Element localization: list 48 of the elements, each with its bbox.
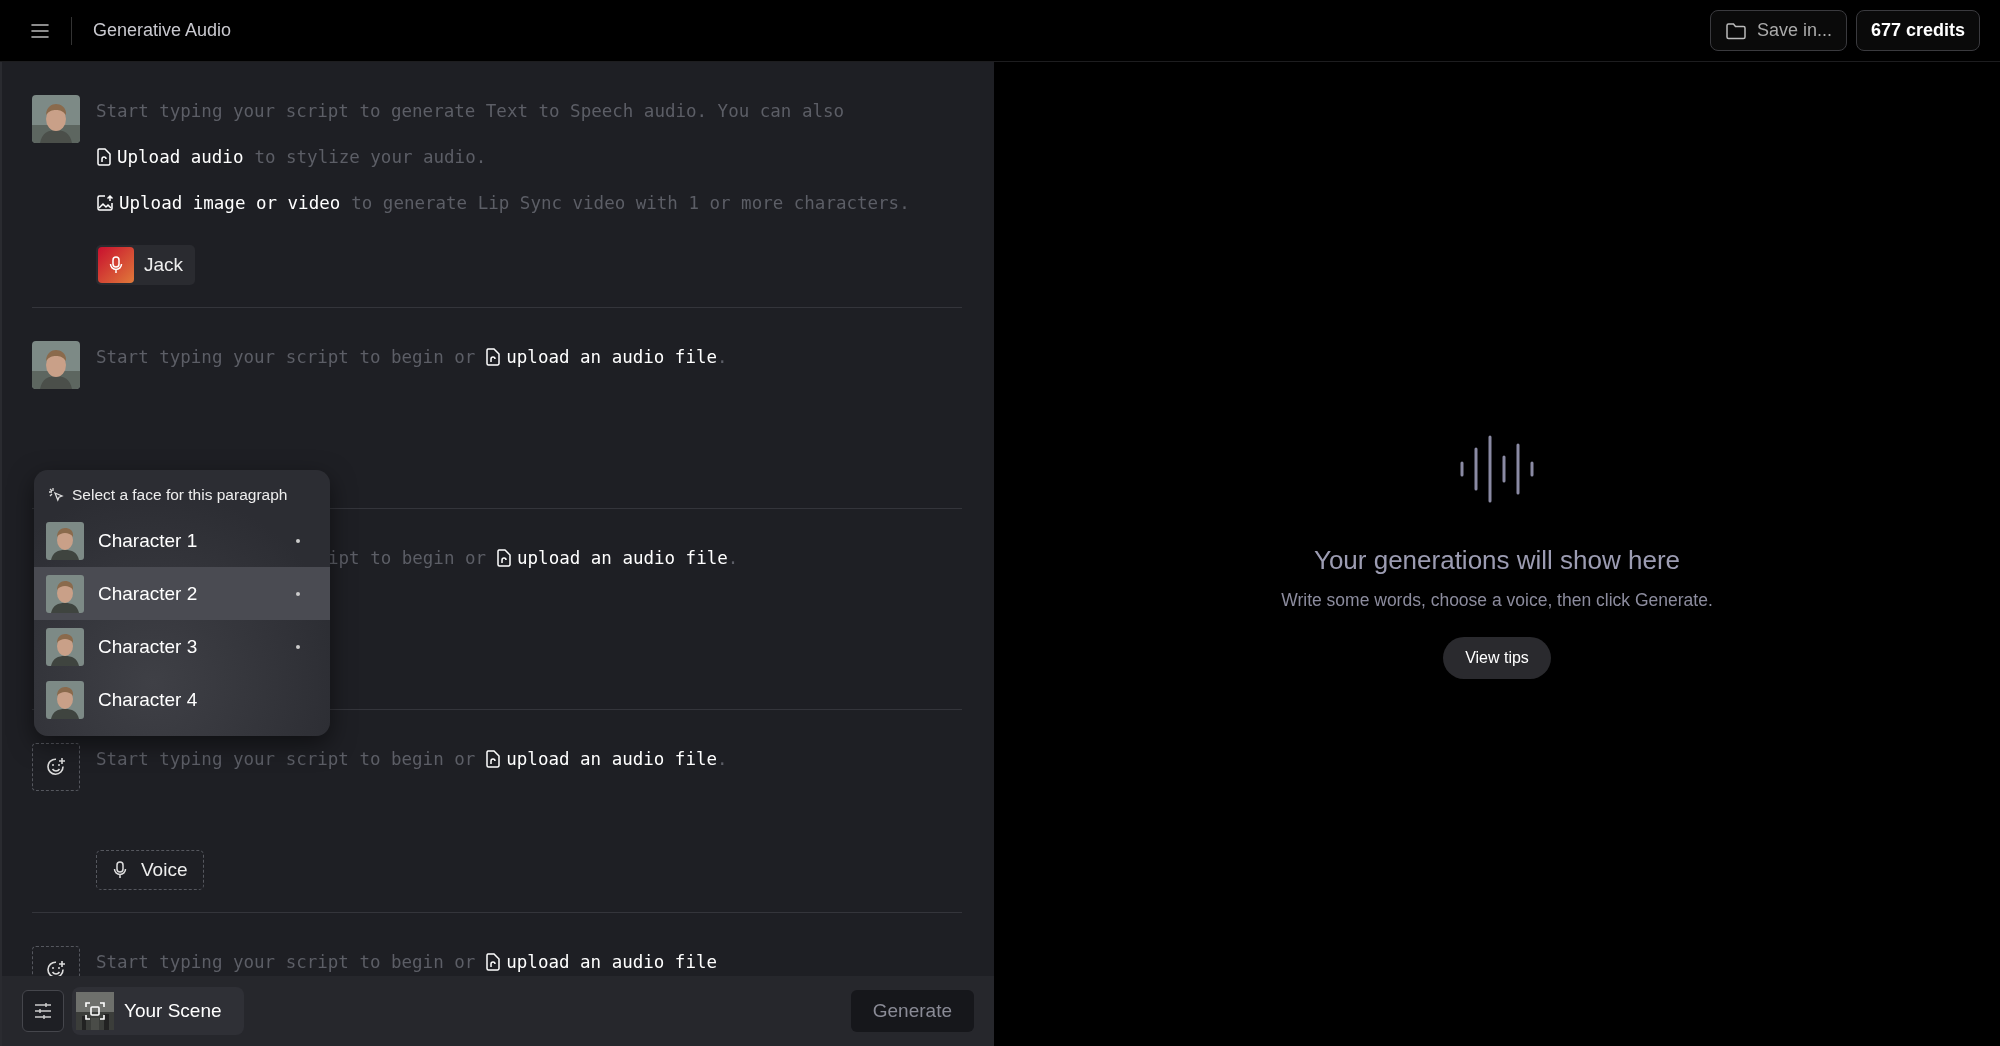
period: . [717, 347, 728, 367]
empty-subtitle: Write some words, choose a voice, then click Generate. [1281, 590, 1713, 611]
script-field[interactable]: ipt to begin or upload an audio file. [328, 542, 739, 574]
add-face-button[interactable] [32, 743, 80, 791]
smiley-plus-icon [45, 959, 67, 976]
microphone-icon [113, 861, 127, 879]
audio-file-icon [485, 953, 502, 971]
app-title: Generative Audio [93, 20, 232, 41]
character-item[interactable]: Character 2 [34, 567, 330, 620]
credits-button[interactable]: 677 credits [1855, 10, 1980, 51]
waveform-icon [1459, 435, 1535, 503]
voice-chip[interactable]: Jack [96, 245, 196, 285]
menu-title: Select a face for this paragraph [72, 486, 288, 504]
character-item[interactable]: Character 3 [34, 620, 330, 673]
script-field[interactable]: Start typing your script to begin or upload an audio file. [96, 341, 728, 373]
upload-link[interactable]: Upload image or video [119, 193, 341, 213]
character-item[interactable]: Character 4 [34, 673, 330, 726]
voice-avatar-icon [98, 247, 134, 283]
scene-button[interactable]: Your Scene [72, 987, 244, 1035]
script-field[interactable]: Start typing your script to begin or upload an audio file. [96, 743, 728, 775]
folder-icon [1724, 21, 1747, 40]
save-button[interactable]: Save in... [1709, 10, 1847, 51]
sparkle-cursor-icon [48, 487, 64, 503]
view-tips-button[interactable]: View tips [1443, 637, 1551, 679]
sliders-icon [33, 1002, 53, 1020]
generate-button[interactable]: Generate [850, 990, 974, 1032]
option-hint: to generate Lip Sync video with 1 or more characters. [351, 193, 910, 213]
settings-button[interactable] [22, 990, 64, 1032]
audio-file-icon [496, 549, 513, 567]
audio-file-icon [96, 148, 112, 166]
upload-audio-link[interactable]: upload an audio file [517, 548, 728, 568]
menu-icon[interactable] [31, 23, 49, 38]
script-field[interactable]: Start typing your script to begin or upload an audio file [96, 946, 717, 976]
upload-audio-link[interactable]: upload an audio file [506, 347, 717, 367]
upload-audio-link[interactable]: upload an audio file [506, 952, 717, 972]
voice-chip[interactable]: Voice [96, 850, 205, 890]
period: . [717, 749, 728, 769]
smiley-plus-icon [45, 756, 67, 778]
audio-file-icon [485, 348, 502, 366]
image-upload-icon [96, 194, 114, 212]
period: . [727, 548, 739, 568]
upload-audio-link[interactable]: upload an audio file [506, 749, 717, 769]
audio-file-icon [485, 750, 502, 768]
upload-link[interactable]: Upload audio [117, 147, 244, 167]
option-hint: to stylize your audio. [254, 147, 487, 167]
character-item[interactable]: Character 1 [34, 514, 330, 567]
scan-frame-icon [84, 1000, 106, 1022]
empty-title: Your generations will show here [1313, 545, 1681, 576]
